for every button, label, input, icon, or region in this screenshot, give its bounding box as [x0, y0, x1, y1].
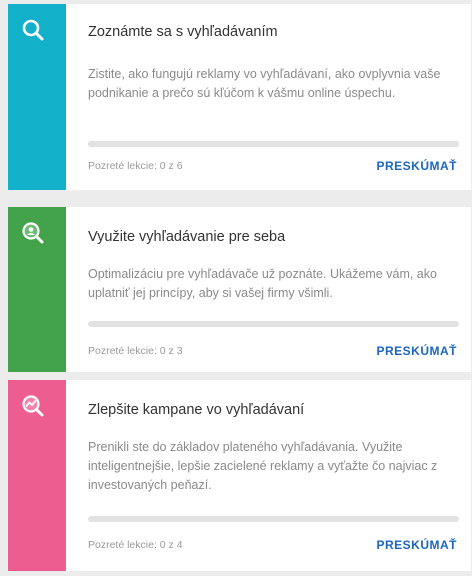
- lessons-viewed: Pozreté lekcie: 0 z 6: [88, 160, 183, 172]
- card-color-stripe: [8, 207, 66, 372]
- course-card: Využite vyhľadávanie pre seba Optimalizá…: [8, 207, 471, 372]
- progress-bar: [88, 516, 459, 522]
- card-footer: Pozreté lekcie: 0 z 4 PRESKÚMAŤ: [88, 538, 457, 552]
- card-description: Optimalizáciu pre vyhľadávače už poznáte…: [88, 267, 437, 300]
- lessons-viewed: Pozreté lekcie: 0 z 3: [88, 345, 183, 357]
- card-description: Prenikli ste do základov plateného vyhľa…: [88, 440, 438, 492]
- trend-magnifier-icon: [22, 395, 44, 417]
- card-title: Zoznámte sa s vyhľadávaním: [88, 24, 278, 40]
- card-color-stripe: [8, 380, 66, 571]
- progress-bar: [88, 321, 459, 327]
- card-content: Využite vyhľadávanie pre seba Optimalizá…: [66, 207, 471, 372]
- card-color-stripe: [8, 4, 66, 190]
- magnifier-icon: [22, 19, 44, 41]
- explore-button[interactable]: PRESKÚMAŤ: [376, 159, 457, 173]
- card-title: Využite vyhľadávanie pre seba: [88, 229, 286, 245]
- card-description: Zistite, ako fungujú reklamy vo vyhľadáv…: [88, 67, 441, 100]
- card-footer: Pozreté lekcie: 0 z 3 PRESKÚMAŤ: [88, 344, 457, 358]
- explore-button[interactable]: PRESKÚMAŤ: [376, 344, 457, 358]
- card-content: Zoznámte sa s vyhľadávaním Zistite, ako …: [66, 4, 471, 190]
- progress-bar: [88, 141, 459, 147]
- course-card: Zoznámte sa s vyhľadávaním Zistite, ako …: [8, 4, 471, 190]
- person-magnifier-icon: [22, 222, 44, 244]
- card-content: Zlepšite kampane vo vyhľadávaní Prenikli…: [66, 380, 471, 571]
- card-footer: Pozreté lekcie: 0 z 6 PRESKÚMAŤ: [88, 159, 457, 173]
- course-card: Zlepšite kampane vo vyhľadávaní Prenikli…: [8, 380, 471, 571]
- lessons-viewed: Pozreté lekcie: 0 z 4: [88, 539, 183, 551]
- explore-button[interactable]: PRESKÚMAŤ: [376, 538, 457, 552]
- card-title: Zlepšite kampane vo vyhľadávaní: [88, 402, 305, 418]
